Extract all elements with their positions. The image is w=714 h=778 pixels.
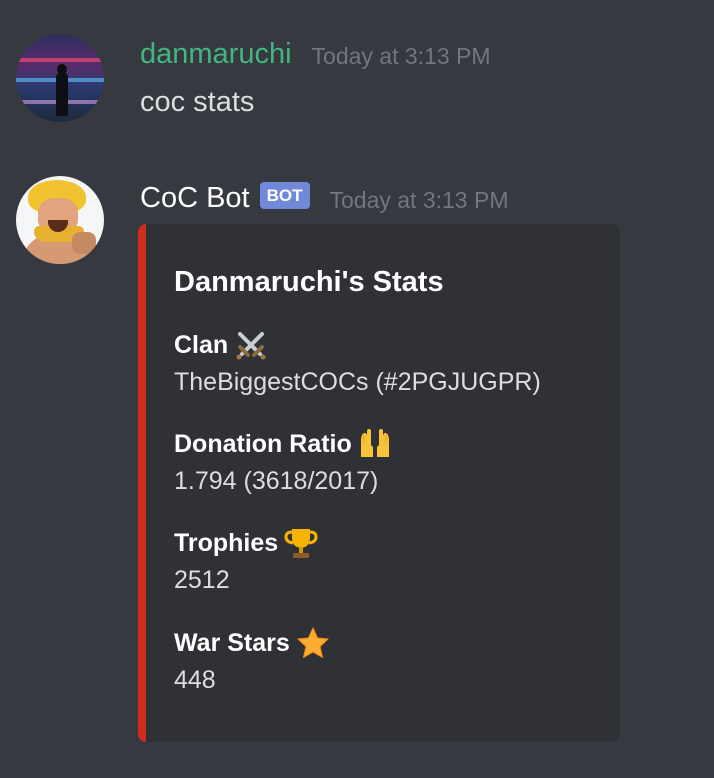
field-name: War Stars bbox=[174, 628, 290, 657]
trophy-icon bbox=[284, 526, 318, 560]
avatar-fist bbox=[72, 232, 96, 254]
raised-hands-icon bbox=[358, 427, 392, 461]
embed-field-clan: Clan TheBiggestCOCs (#2PGJUGPR) bbox=[174, 328, 541, 397]
chat-view: danmaruchi Today at 3:13 PM coc stats Co… bbox=[0, 0, 714, 778]
field-name: Clan bbox=[174, 330, 229, 359]
embed-field-war-stars: War Stars 448 bbox=[174, 626, 330, 695]
field-value: 448 bbox=[174, 666, 216, 694]
barbarian-avatar[interactable] bbox=[16, 176, 104, 264]
field-value: 1.794 (3618/2017) bbox=[174, 467, 379, 495]
timestamp[interactable]: Today at 3:13 PM bbox=[312, 43, 491, 70]
username[interactable]: danmaruchi bbox=[140, 38, 292, 71]
message-header: danmaruchi Today at 3:13 PM bbox=[140, 34, 491, 74]
field-name: Donation Ratio bbox=[174, 429, 352, 458]
embed-field-trophies: Trophies 2512 bbox=[174, 526, 318, 595]
timestamp[interactable]: Today at 3:13 PM bbox=[330, 187, 509, 214]
field-name: Trophies bbox=[174, 528, 279, 557]
avatar-decoration bbox=[16, 58, 104, 62]
field-value: 2512 bbox=[174, 566, 230, 594]
crossed-swords-icon bbox=[234, 328, 268, 362]
username[interactable]: CoC Bot bbox=[140, 182, 250, 215]
message-header: CoC Bot BOT Today at 3:13 PM bbox=[140, 178, 509, 218]
star-icon bbox=[296, 626, 330, 660]
message-bot: CoC Bot BOT Today at 3:13 PM Danmaruchi'… bbox=[0, 160, 714, 760]
message-text: coc stats bbox=[140, 86, 255, 118]
avatar-figure-body bbox=[56, 72, 68, 116]
embed-title: Danmaruchi's Stats bbox=[174, 266, 444, 298]
bot-badge: BOT bbox=[259, 181, 310, 209]
field-value: TheBiggestCOCs (#2PGJUGPR) bbox=[174, 368, 541, 396]
user-avatar[interactable] bbox=[16, 34, 104, 122]
message-user: danmaruchi Today at 3:13 PM coc stats bbox=[0, 0, 714, 140]
stats-embed: Danmaruchi's Stats Clan TheBiggestCOCs (… bbox=[138, 224, 620, 742]
embed-field-donation-ratio: Donation Ratio 1.794 (3618/2017) bbox=[174, 427, 392, 496]
embed-accent-bar bbox=[138, 224, 146, 742]
